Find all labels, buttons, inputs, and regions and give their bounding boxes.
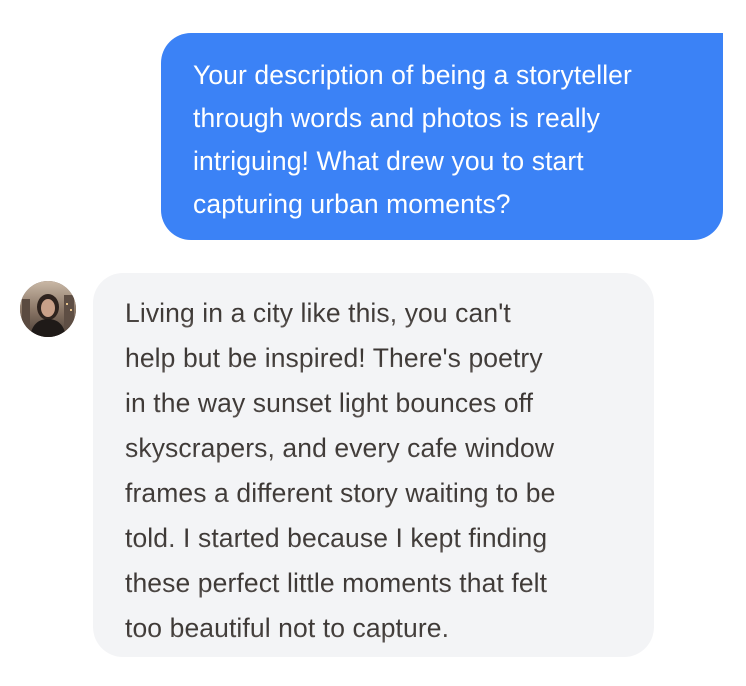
user-message-line: through words and photos is really — [193, 103, 601, 133]
ai-message-line: in the way sunset light bounces off — [125, 381, 624, 426]
ai-message-line: help but be inspired! There's poetry — [125, 336, 624, 381]
ai-message-bubble: Living in a city like this, you can't he… — [93, 273, 654, 657]
ai-message-line: too beautiful not to capture. — [125, 606, 624, 651]
ai-message-line: skyscrapers, and every cafe window — [125, 426, 624, 471]
ai-message-line: Living in a city like this, you can't — [125, 291, 624, 336]
user-message-line: Your description of being a storyteller — [193, 60, 632, 90]
ai-message-line: told. I started because I kept finding — [125, 516, 624, 561]
user-message-bubble: Your description of being a storyteller … — [161, 33, 723, 240]
ai-message-line: these perfect little moments that felt — [125, 561, 624, 606]
ai-message-line: frames a different story waiting to be — [125, 471, 624, 516]
user-message-line: capturing urban moments? — [193, 189, 511, 219]
chat-conversation: Your description of being a storyteller … — [0, 0, 746, 686]
user-message-line: intriguing! What drew you to start — [193, 146, 584, 176]
person-avatar-icon — [20, 281, 76, 337]
